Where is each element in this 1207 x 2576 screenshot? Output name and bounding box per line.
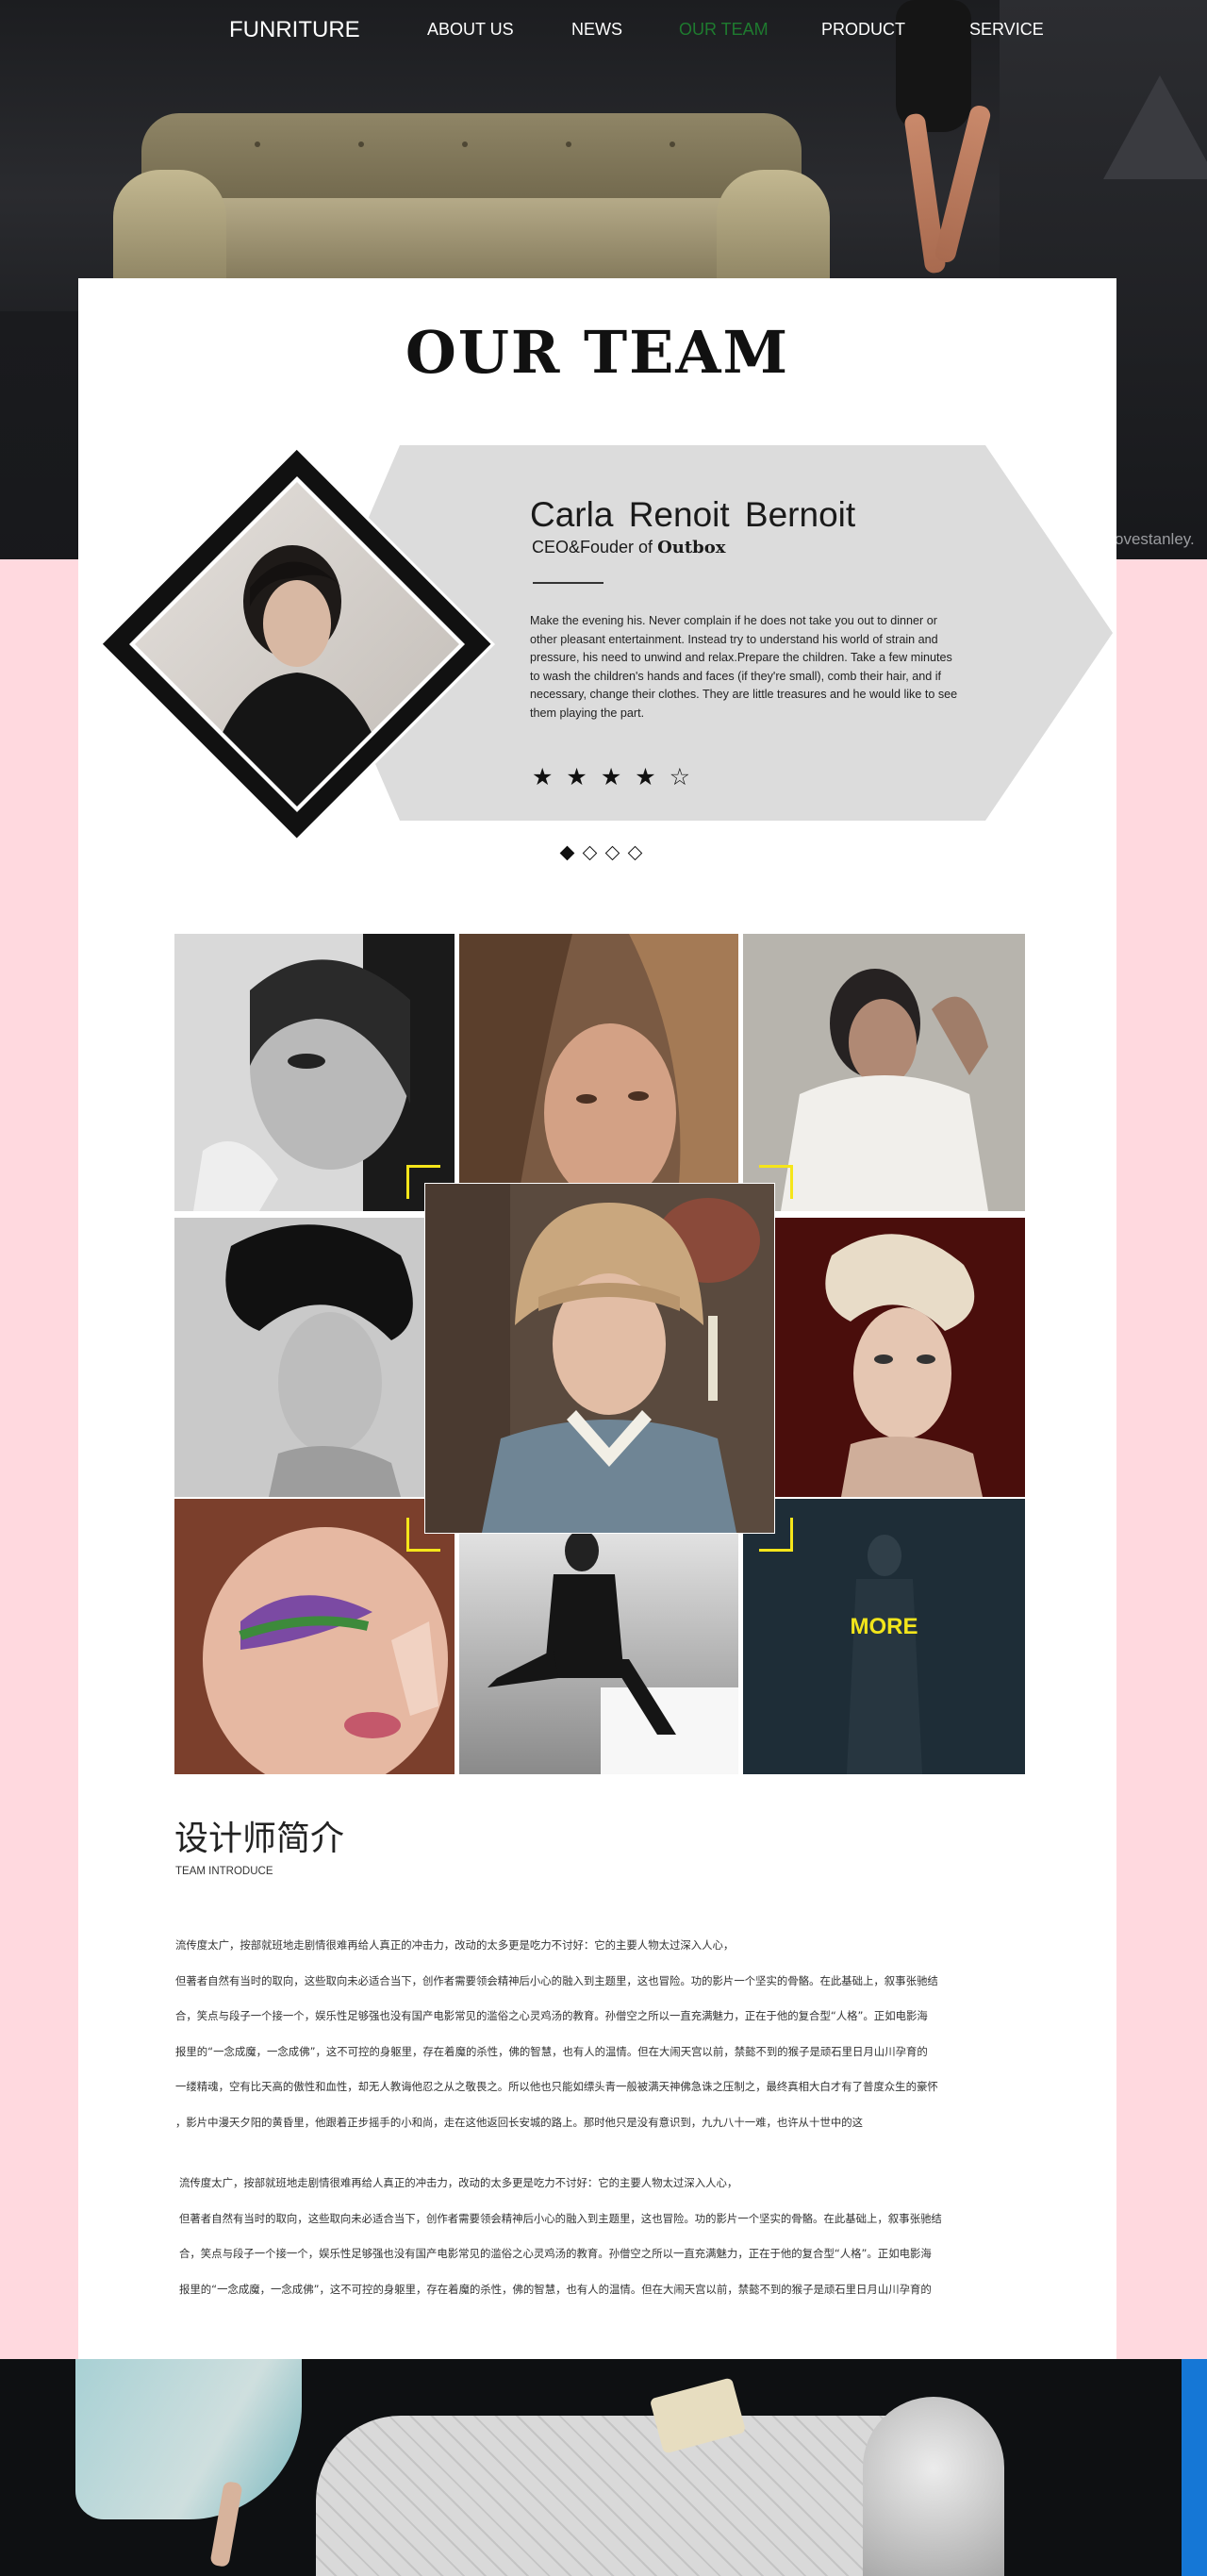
profile-role-prefix: CEO&Fouder of [532, 538, 658, 557]
gallery-photo-2[interactable] [459, 934, 738, 1211]
gallery-photo-featured[interactable] [425, 1184, 774, 1533]
slider-dot-2[interactable] [582, 845, 598, 861]
paragraph-line: 合，笑点与段子一个接一个，娱乐性足够强也没有国产电影常见的滥俗之心灵鸡汤的教育。… [179, 2247, 932, 2260]
page-title: OUR TEAM [405, 318, 790, 387]
paragraph-line: 流传度太广，按部就班地走剧情很难再给人真正的冲击力，改动的太多更是吃力不讨好：它… [179, 2176, 738, 2189]
hero-sofa-image [113, 104, 830, 292]
slider-pagination [559, 845, 653, 861]
intro-paragraph-2: 流传度太广，按部就班地走剧情很难再给人真正的冲击力，改动的太多更是吃力不讨好：它… [179, 2175, 1039, 2317]
frame-corner-tl [406, 1165, 440, 1199]
team-gallery: MORE [174, 934, 1025, 1774]
gallery-photo-6[interactable] [775, 1218, 1025, 1497]
gallery-photo-8[interactable] [459, 1499, 738, 1774]
nav-item-news[interactable]: NEWS [571, 20, 622, 40]
nav-item-about-us[interactable]: ABOUT US [427, 20, 514, 40]
intro-paragraph-1: 流传度太广，按部就班地走剧情很难再给人真正的冲击力，改动的太多更是吃力不讨好：它… [175, 1937, 1035, 2150]
slider-dot-1[interactable] [559, 845, 575, 861]
paragraph-line: 合，笑点与段子一个接一个，娱乐性足够强也没有国产电影常见的滥俗之心灵鸡汤的教育。… [175, 2009, 928, 2022]
profile-company: Outbox [657, 538, 726, 557]
frame-corner-tr [759, 1165, 793, 1199]
slider-dot-4[interactable] [627, 845, 643, 861]
paragraph-line: 报里的“一念成魔，一念成佛”，这不可控的身躯里，存在着魔的杀性，佛的智慧，也有人… [175, 2044, 928, 2058]
profile-bio: Make the evening his. Never complain if … [530, 614, 958, 720]
site-logo[interactable]: FUNRITURE [229, 17, 360, 43]
profile-name: Carla Renoit Bernoit [530, 495, 856, 534]
frame-corner-bl [406, 1518, 440, 1552]
nav-item-product[interactable]: PRODUCT [821, 20, 905, 40]
intro-heading: 设计师简介 [174, 1820, 345, 1858]
footer-banner [0, 2359, 1207, 2576]
paragraph-line: 流传度太广，按部就班地走剧情很难再给人真正的冲击力，改动的太多更是吃力不讨好：它… [175, 1938, 735, 1952]
paragraph-line: ，影片中漫天夕阳的黄昏里，他跟着正步摇手的小和尚，走在这他返回长安城的路上。那时… [175, 2115, 864, 2129]
frame-corner-br [759, 1518, 793, 1552]
hero-watermark: ovestanley. [1115, 530, 1195, 548]
profile-role: CEO&Fouder of Outbox [532, 538, 725, 557]
intro-subheading: TEAM INTRODUCE [175, 1866, 273, 1877]
footer-sofa-image [316, 2377, 1004, 2576]
more-button[interactable]: MORE [743, 1614, 1025, 1640]
paragraph-line: 报里的“一念成魔，一念成佛”，这不可控的身躯里，存在着魔的杀性，佛的智慧，也有人… [179, 2282, 932, 2296]
profile-rating-stars: ★★★★☆ [532, 764, 704, 790]
hero-decor-triangle [1103, 75, 1207, 179]
top-nav: FUNRITURE ABOUT US NEWS OUR TEAM PRODUCT… [0, 0, 1207, 60]
footer-model-image [75, 2359, 321, 2576]
slider-dot-3[interactable] [604, 845, 620, 861]
paragraph-line: 但著者自然有当时的取向，这些取向未必适合当下，创作者需要领会精神后小心的融入到主… [179, 2211, 942, 2225]
nav-item-our-team[interactable]: OUR TEAM [679, 20, 769, 40]
nav-item-service[interactable]: SERVICE [969, 20, 1044, 40]
scroll-accent-bar[interactable] [1182, 2359, 1207, 2576]
paragraph-line: 一缕精魂，空有比天高的傲性和血性，却无人教诲他忍之从之敬畏之。所以他也只能如缥头… [175, 2080, 938, 2093]
gallery-photo-4[interactable] [174, 1218, 455, 1497]
profile-divider [533, 582, 604, 584]
profile-portrait [99, 446, 495, 842]
paragraph-line: 但著者自然有当时的取向，这些取向未必适合当下，创作者需要领会精神后小心的融入到主… [175, 1973, 938, 1987]
team-card: OUR TEAM Carla Renoit Bernoit CEO&Fouder… [78, 278, 1116, 2359]
